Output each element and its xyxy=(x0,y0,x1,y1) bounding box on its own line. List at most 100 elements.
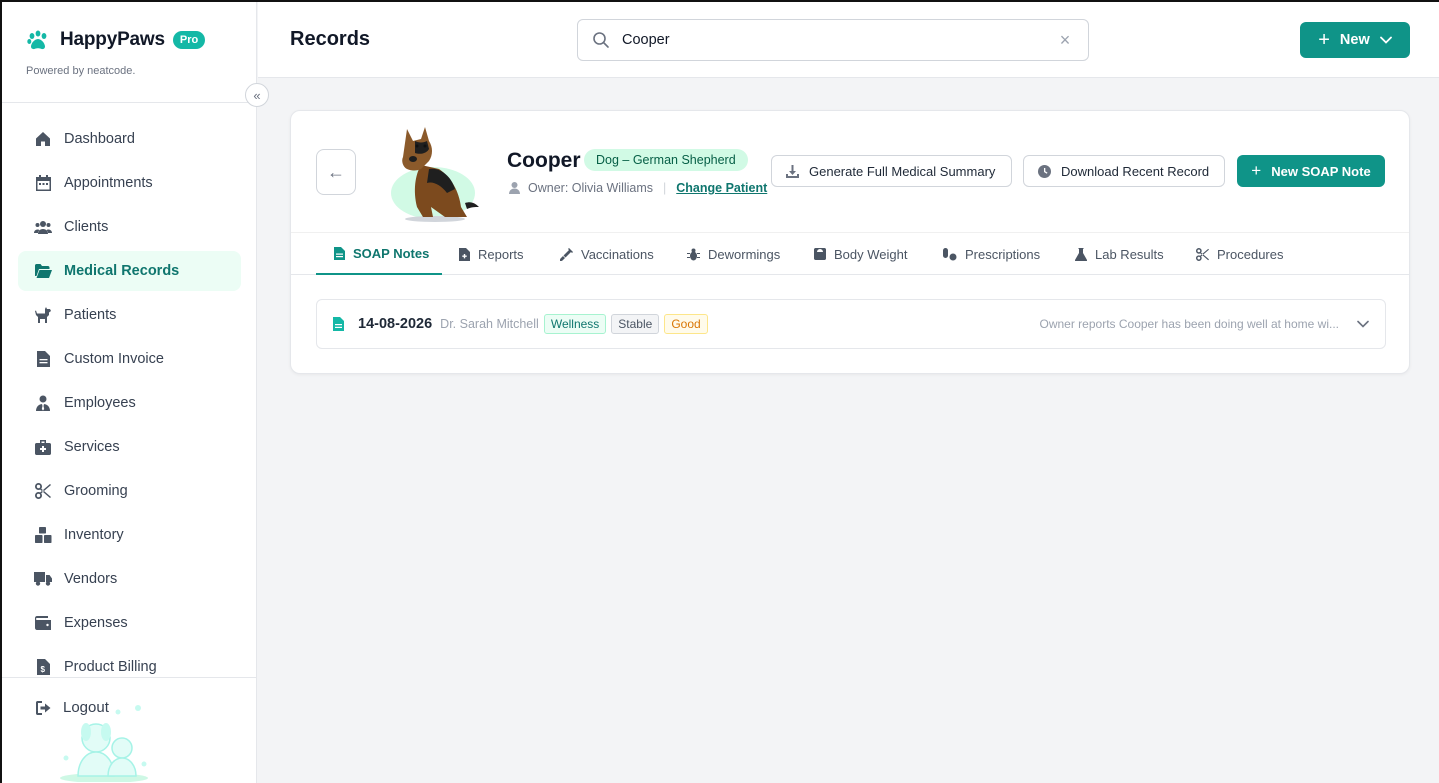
app-window: HappyPaws Pro Powered by neatcode. « Das… xyxy=(0,0,1439,783)
pet-name: Cooper xyxy=(507,149,581,172)
pro-badge: Pro xyxy=(172,31,206,49)
sidebar-item-vendors[interactable]: Vendors xyxy=(18,559,241,599)
sidebar-item-patients[interactable]: Patients xyxy=(18,295,241,335)
invoice-icon xyxy=(34,350,52,368)
tab-dewormings[interactable]: Dewormings xyxy=(687,233,780,275)
file-icon xyxy=(334,246,345,260)
weight-icon xyxy=(814,248,826,260)
owner-name: Owner: Olivia Williams xyxy=(528,181,654,195)
brand[interactable]: HappyPaws Pro xyxy=(26,28,206,52)
owner-separator: | xyxy=(663,181,667,195)
new-button-label: New xyxy=(1339,32,1370,48)
sidebar-item-grooming[interactable]: Grooming xyxy=(18,471,241,511)
tag-wellness: Wellness xyxy=(543,314,607,334)
tab-label: Prescriptions xyxy=(965,246,1041,262)
boxes-icon xyxy=(34,526,52,544)
tab-label: Vaccinations xyxy=(581,246,654,262)
sidebar-item-label: Services xyxy=(64,439,120,455)
sidebar-item-custom-invoice[interactable]: Custom Invoice xyxy=(18,339,241,379)
folder-open-icon xyxy=(34,262,52,280)
pills-icon xyxy=(943,247,957,260)
dog-icon xyxy=(34,306,52,324)
sidebar-item-label: Clients xyxy=(64,219,109,235)
tab-reports[interactable]: Reports xyxy=(459,233,524,275)
chevron-down-icon[interactable] xyxy=(1357,320,1369,328)
sidebar-item-expenses[interactable]: Expenses xyxy=(18,603,241,643)
tab-lab-results[interactable]: Lab Results xyxy=(1075,233,1164,275)
brand-name: HappyPaws xyxy=(60,29,165,50)
sidebar-item-label: Appointments xyxy=(64,175,153,191)
soap-note-row[interactable]: 14-08-2026 Dr. Sarah Mitchell Wellness S… xyxy=(316,299,1386,349)
sidebar-item-label: Employees xyxy=(64,395,136,411)
wallet-icon xyxy=(34,614,52,632)
patient-record-card: ← Cooper Dog – German Shepherd Owner: Ol… xyxy=(290,110,1410,374)
sidebar-item-dashboard[interactable]: Dashboard xyxy=(18,119,241,159)
sidebar: HappyPaws Pro Powered by neatcode. « Das… xyxy=(2,2,269,783)
record-tabs: SOAP Notes Reports Vaccinations Dewormin… xyxy=(291,232,1409,275)
tab-label: Dewormings xyxy=(708,246,781,262)
clear-search-icon[interactable]: × xyxy=(1056,30,1074,51)
calendar-icon xyxy=(34,174,52,192)
logout-label: Logout xyxy=(63,699,109,716)
sidebar-item-inventory[interactable]: Inventory xyxy=(18,515,241,555)
tab-soap-notes[interactable]: SOAP Notes xyxy=(316,233,442,275)
user-icon xyxy=(509,182,520,194)
search-box[interactable]: × xyxy=(577,19,1089,61)
scissors-icon xyxy=(1196,247,1209,261)
record-doctor: Dr. Sarah Mitchell xyxy=(440,317,539,331)
scissors-icon xyxy=(34,482,52,500)
clock-icon xyxy=(1038,164,1051,178)
pet-avatar xyxy=(391,127,479,222)
sidebar-item-label: Product Billing xyxy=(64,659,157,675)
tab-procedures[interactable]: Procedures xyxy=(1196,233,1283,275)
syringe-icon xyxy=(560,247,573,261)
receipt-icon: $ xyxy=(34,658,52,676)
tab-label: Reports xyxy=(478,246,524,262)
tab-label: Lab Results xyxy=(1095,246,1164,262)
tab-vaccinations[interactable]: Vaccinations xyxy=(560,233,654,275)
back-button[interactable]: ← xyxy=(316,149,356,195)
logout-button[interactable]: Logout xyxy=(36,699,109,716)
tab-body-weight[interactable]: Body Weight xyxy=(814,233,907,275)
change-patient-link[interactable]: Change Patient xyxy=(676,181,767,195)
tab-label: SOAP Notes xyxy=(353,245,430,261)
new-soap-note-label: New SOAP Note xyxy=(1271,163,1371,179)
sidebar-item-label: Patients xyxy=(64,307,117,323)
sidebar-item-label: Medical Records xyxy=(64,263,180,279)
record-date: 14-08-2026 xyxy=(358,316,433,332)
sidebar-item-clients[interactable]: Clients xyxy=(18,207,241,247)
sidebar-footer: Logout xyxy=(2,677,257,783)
sidebar-item-label: Custom Invoice xyxy=(64,351,164,367)
sidebar-collapse-button[interactable]: « xyxy=(245,83,269,107)
search-input[interactable] xyxy=(622,32,1056,48)
generate-summary-label: Generate Full Medical Summary xyxy=(809,163,996,179)
page-title: Records xyxy=(290,28,371,50)
download-recent-button[interactable]: Download Recent Record xyxy=(1023,155,1225,187)
tab-prescriptions[interactable]: Prescriptions xyxy=(943,233,1040,275)
sidebar-divider xyxy=(2,102,257,103)
record-summary: Owner reports Cooper has been doing well… xyxy=(1039,317,1340,331)
chevron-down-icon xyxy=(1379,36,1392,44)
owner-line: Owner: Olivia Williams | Change Patient xyxy=(509,181,767,195)
generate-summary-button[interactable]: Generate Full Medical Summary xyxy=(771,155,1012,187)
plus-icon: + xyxy=(1251,161,1262,180)
download-recent-label: Download Recent Record xyxy=(1061,163,1210,179)
sidebar-item-medical-records[interactable]: Medical Records xyxy=(18,251,241,291)
topbar: Records × + New xyxy=(258,2,1439,78)
tag-good: Good xyxy=(664,314,708,334)
new-soap-note-button[interactable]: + New SOAP Note xyxy=(1237,155,1385,187)
paw-logo-icon xyxy=(27,30,47,50)
sidebar-item-services[interactable]: Services xyxy=(18,427,241,467)
users-icon xyxy=(34,218,52,236)
user-tie-icon xyxy=(34,394,52,412)
file-medical-icon xyxy=(459,247,470,261)
download-icon xyxy=(786,164,799,178)
sidebar-nav: Dashboard Appointments Clients Medical R… xyxy=(18,119,241,691)
search-icon xyxy=(593,32,609,48)
sidebar-item-appointments[interactable]: Appointments xyxy=(18,163,241,203)
plus-icon: + xyxy=(1318,29,1330,51)
home-icon xyxy=(34,130,52,148)
tab-label: Procedures xyxy=(1217,246,1284,262)
sidebar-item-employees[interactable]: Employees xyxy=(18,383,241,423)
new-button[interactable]: + New xyxy=(1300,22,1410,58)
